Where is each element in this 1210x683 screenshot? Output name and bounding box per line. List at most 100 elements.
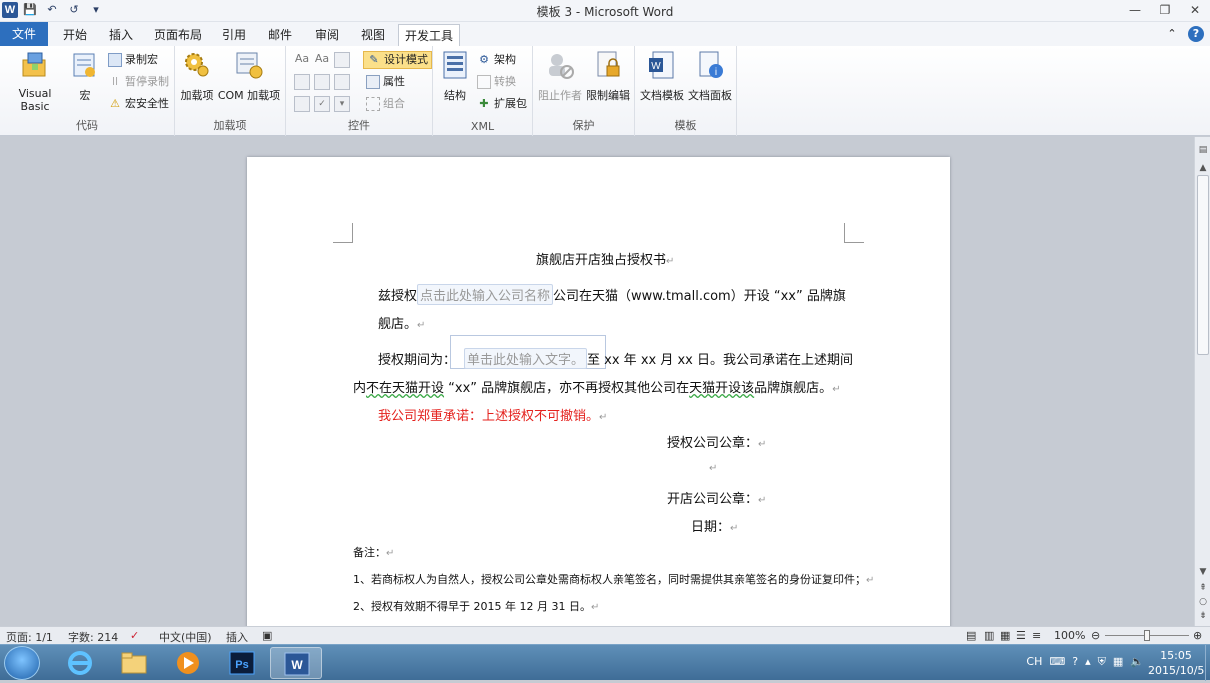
taskbar-photoshop[interactable]: Ps <box>216 647 268 679</box>
macro-security-button[interactable]: ⚠ 宏安全性 <box>108 95 169 113</box>
zoom-slider-thumb[interactable] <box>1144 630 1150 641</box>
document-area[interactable]: 旗舰店开店独占授权书↵ 兹授权 点击此处输入公司名称 公司在天猫（www.tmall… <box>0 137 1194 626</box>
building-block-control-icon[interactable] <box>294 74 310 90</box>
restrict-editing-button[interactable]: 限制编辑 <box>585 50 631 103</box>
full-screen-reading-icon[interactable]: ▥ <box>984 629 994 642</box>
block-authors-button[interactable]: 阻止作者 <box>537 50 583 103</box>
transform-button[interactable]: 转换 <box>477 73 516 91</box>
scroll-up-icon[interactable]: ▲ <box>1195 161 1210 175</box>
page-count[interactable]: 页面: 1/1 <box>6 629 53 645</box>
scroll-down-icon[interactable]: ▼ <box>1195 565 1210 579</box>
pause-icon: ll <box>111 75 119 88</box>
network-icon[interactable]: ▦ <box>1113 655 1123 669</box>
next-page-icon[interactable]: ⇟ <box>1195 609 1210 623</box>
clock-time: 15:05 <box>1160 649 1192 662</box>
zoom-level[interactable]: 100% <box>1054 629 1085 642</box>
print-layout-icon[interactable]: ▤ <box>966 629 976 642</box>
gear-icon <box>185 53 209 77</box>
show-hidden-icons[interactable]: ▴ <box>1085 655 1091 669</box>
document-page[interactable]: 旗舰店开店独占授权书↵ 兹授权 点击此处输入公司名称 公司在天猫（www.tmall… <box>247 157 950 626</box>
taskbar-ie[interactable] <box>54 647 106 679</box>
previous-page-icon[interactable]: ⇞ <box>1195 581 1210 595</box>
tab-mailings[interactable]: 邮件 <box>260 24 300 46</box>
ruler-toggle-icon[interactable]: ▤ <box>1195 143 1210 157</box>
photoshop-icon: Ps <box>229 651 255 675</box>
restore-button[interactable]: ❐ <box>1150 0 1180 20</box>
macro-record-icon[interactable]: ▣ <box>262 629 272 642</box>
outline-icon[interactable]: ☰ <box>1016 629 1026 642</box>
internet-explorer-icon <box>68 651 92 675</box>
rich-text-control-icon[interactable]: Aa <box>294 52 310 68</box>
macros-button[interactable]: 宏 <box>70 50 100 103</box>
addins-button[interactable]: 加载项 <box>179 50 215 103</box>
minimize-ribbon-icon[interactable]: ⌃ <box>1164 26 1180 42</box>
store-company-seal: 开店公司公章：↵ <box>667 492 767 507</box>
text-content-control[interactable]: 单击此处输入文字。 <box>464 348 588 369</box>
proofing-icon[interactable]: ✓ <box>130 629 139 642</box>
zoom-out-icon[interactable]: ⊖ <box>1091 629 1100 642</box>
clock[interactable]: 15:05 2015/10/5 <box>1148 648 1204 678</box>
visual-basic-button[interactable]: Visual Basic <box>4 50 66 113</box>
schema-button[interactable]: ⚙ 架构 <box>477 51 516 69</box>
tab-file[interactable]: 文件 <box>0 22 48 46</box>
record-macro-label: 录制宏 <box>125 53 158 66</box>
picture-control-icon[interactable] <box>334 52 350 68</box>
document-template-button[interactable]: W 文档模板 <box>639 50 685 103</box>
security-shield-icon[interactable]: ⛨ <box>1098 655 1106 669</box>
group-button[interactable]: 组合 <box>366 95 405 113</box>
checkbox-control-icon[interactable]: ✓ <box>314 96 330 112</box>
expansion-packs-button[interactable]: ✚ 扩展包 <box>477 95 527 113</box>
com-addins-icon <box>236 52 263 79</box>
word-count[interactable]: 字数: 214 <box>68 629 118 645</box>
taskbar-explorer[interactable] <box>108 647 160 679</box>
visual-basic-icon <box>22 52 46 77</box>
tab-review[interactable]: 审阅 <box>306 24 348 46</box>
tab-developer[interactable]: 开发工具 <box>398 24 460 47</box>
scroll-thumb[interactable] <box>1197 175 1209 355</box>
web-layout-icon[interactable]: ▦ <box>1000 629 1010 642</box>
plain-text-control-icon[interactable]: Aa <box>314 52 330 68</box>
ime-indicator[interactable]: CH <box>1026 655 1042 669</box>
ribbon: Visual Basic 宏 录制宏 ll 暂停录制 ⚠ 宏安全性 代码 加载项… <box>0 46 1210 136</box>
tab-home[interactable]: 开始 <box>54 24 96 46</box>
volume-icon[interactable]: 🔈 <box>1130 655 1144 669</box>
tab-insert[interactable]: 插入 <box>100 24 142 46</box>
start-button[interactable] <box>4 646 40 680</box>
tab-view[interactable]: 视图 <box>352 24 394 46</box>
note-2: 2、授权有效期不得早于 2015 年 12 月 31 日。↵ <box>353 600 600 613</box>
zoom-in-icon[interactable]: ⊕ <box>1193 629 1202 642</box>
group-label: 组合 <box>383 97 405 110</box>
tab-page-layout[interactable]: 页面布局 <box>148 24 208 46</box>
design-mode-button[interactable]: ✎ 设计模式 <box>363 51 432 69</box>
pause-recording-button[interactable]: ll 暂停录制 <box>108 73 169 91</box>
insert-mode[interactable]: 插入 <box>226 629 248 645</box>
com-addins-button[interactable]: COM 加载项 <box>217 50 281 103</box>
language[interactable]: 中文(中国) <box>159 629 212 645</box>
combo-box-control-icon[interactable] <box>314 74 330 90</box>
structure-button[interactable]: 结构 <box>437 50 473 103</box>
tab-references[interactable]: 引用 <box>214 24 254 46</box>
folder-icon <box>121 652 147 674</box>
record-macro-button[interactable]: 录制宏 <box>108 51 158 69</box>
properties-button[interactable]: 属性 <box>366 73 405 91</box>
dropdown-control-icon[interactable] <box>334 74 350 90</box>
properties-label: 属性 <box>383 75 405 88</box>
page-corner-top-left <box>333 223 353 243</box>
browse-object-icon[interactable]: ○ <box>1195 595 1210 609</box>
taskbar-media-player[interactable] <box>162 647 214 679</box>
close-button[interactable]: ✕ <box>1180 0 1210 20</box>
date-picker-control-icon[interactable] <box>294 96 310 112</box>
draft-icon[interactable]: ≡ <box>1032 629 1041 642</box>
keyboard-icon[interactable]: ⌨ <box>1049 655 1065 669</box>
addins-label: 加载项 <box>180 89 214 102</box>
show-desktop-button[interactable] <box>1205 645 1210 681</box>
com-addins-label: COM 加载项 <box>217 89 281 102</box>
company-name-content-control[interactable]: 点击此处输入公司名称 <box>417 284 554 305</box>
document-panel-button[interactable]: i 文档面板 <box>687 50 733 103</box>
legacy-tools-icon[interactable]: ▾ <box>334 96 350 112</box>
help-icon[interactable]: ? <box>1188 26 1204 42</box>
vertical-scrollbar[interactable]: ▤ ▲ ▼ ⇞ ○ ⇟ <box>1194 137 1210 626</box>
help-tray-icon[interactable]: ? <box>1072 655 1078 669</box>
taskbar-word[interactable]: W <box>270 647 322 679</box>
minimize-button[interactable]: — <box>1120 0 1150 20</box>
